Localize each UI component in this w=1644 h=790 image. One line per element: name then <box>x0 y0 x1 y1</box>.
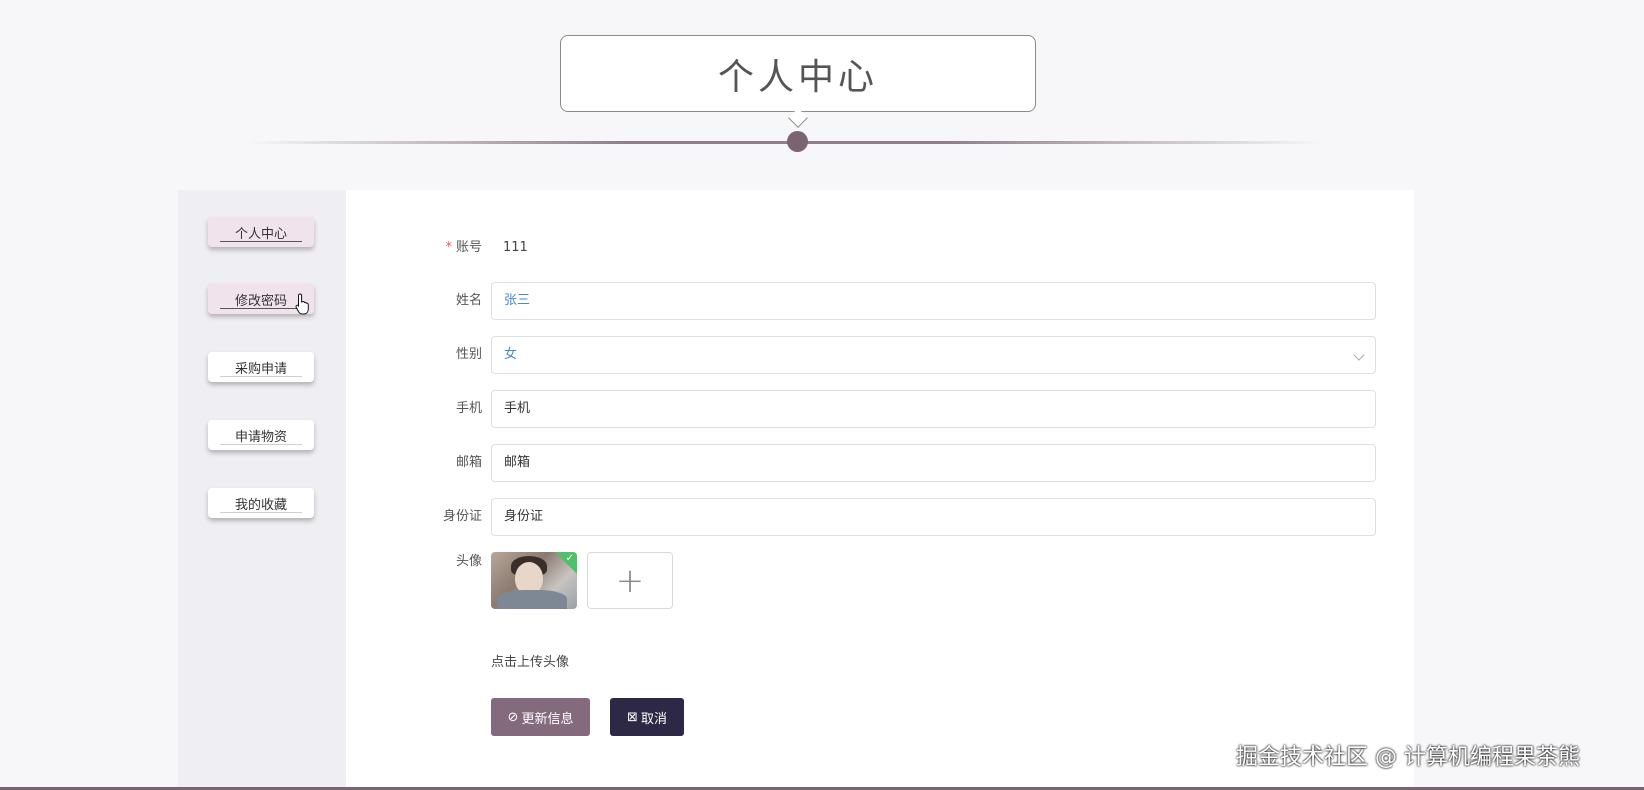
page-title: 个人中心 <box>717 56 878 98</box>
form-row-id-card: 身份证 身份证 <box>346 498 1414 536</box>
sidebar-item-underline <box>220 376 302 377</box>
phone-input[interactable]: 手机 <box>491 390 1376 428</box>
phone-label: 手机 <box>455 401 482 416</box>
sidebar-item-label: 修改密码 <box>234 293 287 309</box>
page: 个人中心 个人中心 修改密码 采购申请 申请物资 我的收藏 * 账号 111 姓… <box>0 0 1644 790</box>
page-title-box: 个人中心 <box>560 35 1036 112</box>
required-mark: * <box>445 240 452 255</box>
sidebar-item-purchase-request[interactable]: 采购申请 <box>208 352 314 382</box>
check-icon: ✓ <box>565 553 574 564</box>
sidebar-item-underline <box>220 308 302 309</box>
form-row-email: 邮箱 邮箱 <box>346 444 1414 482</box>
account-value: 111 <box>503 240 528 255</box>
id-card-input[interactable]: 身份证 <box>491 498 1376 536</box>
update-info-button[interactable]: ⊘ 更新信息 <box>491 698 590 736</box>
profile-form-panel: *账号 111 姓名 张三 性别 女 手机 手机 邮箱 邮箱 身份证 身份证 <box>346 190 1414 790</box>
avatar-label: 头像 <box>455 554 482 569</box>
form-row-account: * 账号 111 <box>346 229 1414 267</box>
name-label: 姓名 <box>455 293 482 308</box>
gender-selected-value: 女 <box>504 347 518 362</box>
sidebar-item-underline <box>220 241 302 242</box>
check-circle-icon: ⊘ <box>507 709 519 725</box>
sidebar-item-my-favorites[interactable]: 我的收藏 <box>208 488 314 518</box>
avatar-image[interactable]: ✓ <box>491 552 577 609</box>
sidebar-item-apply-materials[interactable]: 申请物资 <box>208 420 314 450</box>
form-row-avatar: 头像 ✓ + <box>346 552 1414 612</box>
email-input[interactable]: 邮箱 <box>491 444 1376 482</box>
gender-select[interactable]: 女 <box>491 336 1376 374</box>
form-row-phone: 手机 手机 <box>346 390 1414 428</box>
chevron-down-icon <box>1353 349 1365 361</box>
upload-avatar-button[interactable]: + <box>587 552 673 609</box>
header-divider <box>245 141 1325 144</box>
header-divider-dot <box>787 131 808 152</box>
cancel-label: 取消 <box>640 711 667 727</box>
form-row-gender: 性别 女 <box>346 336 1414 374</box>
sidebar-item-label: 我的收藏 <box>234 497 287 513</box>
upload-hint: 点击上传头像 <box>491 655 570 670</box>
sidebar-item-label: 个人中心 <box>234 226 287 242</box>
name-input[interactable]: 张三 <box>491 282 1376 320</box>
close-box-icon: ⊠ <box>627 709 638 725</box>
cancel-button[interactable]: ⊠ 取消 <box>610 698 684 736</box>
account-label-text: 账号 <box>455 240 482 255</box>
account-label: * 账号 <box>445 229 482 267</box>
sidebar-item-underline <box>220 444 302 445</box>
email-label: 邮箱 <box>455 455 482 470</box>
sidebar-item-underline <box>220 512 302 513</box>
gender-label: 性别 <box>455 347 482 362</box>
sidebar: 个人中心 修改密码 采购申请 申请物资 我的收藏 <box>178 190 346 790</box>
sidebar-item-label: 申请物资 <box>234 429 287 445</box>
plus-icon: + <box>615 560 645 601</box>
form-row-name: 姓名 张三 <box>346 282 1414 320</box>
update-info-label: 更新信息 <box>521 711 574 727</box>
id-card-label: 身份证 <box>442 509 482 524</box>
sidebar-item-label: 采购申请 <box>234 361 287 377</box>
sidebar-item-personal-center[interactable]: 个人中心 <box>208 217 314 247</box>
avatar-body <box>497 590 567 609</box>
hand-cursor-icon <box>295 293 309 315</box>
watermark: 掘金技术社区 @ 计算机编程果茶熊 <box>1236 745 1580 770</box>
